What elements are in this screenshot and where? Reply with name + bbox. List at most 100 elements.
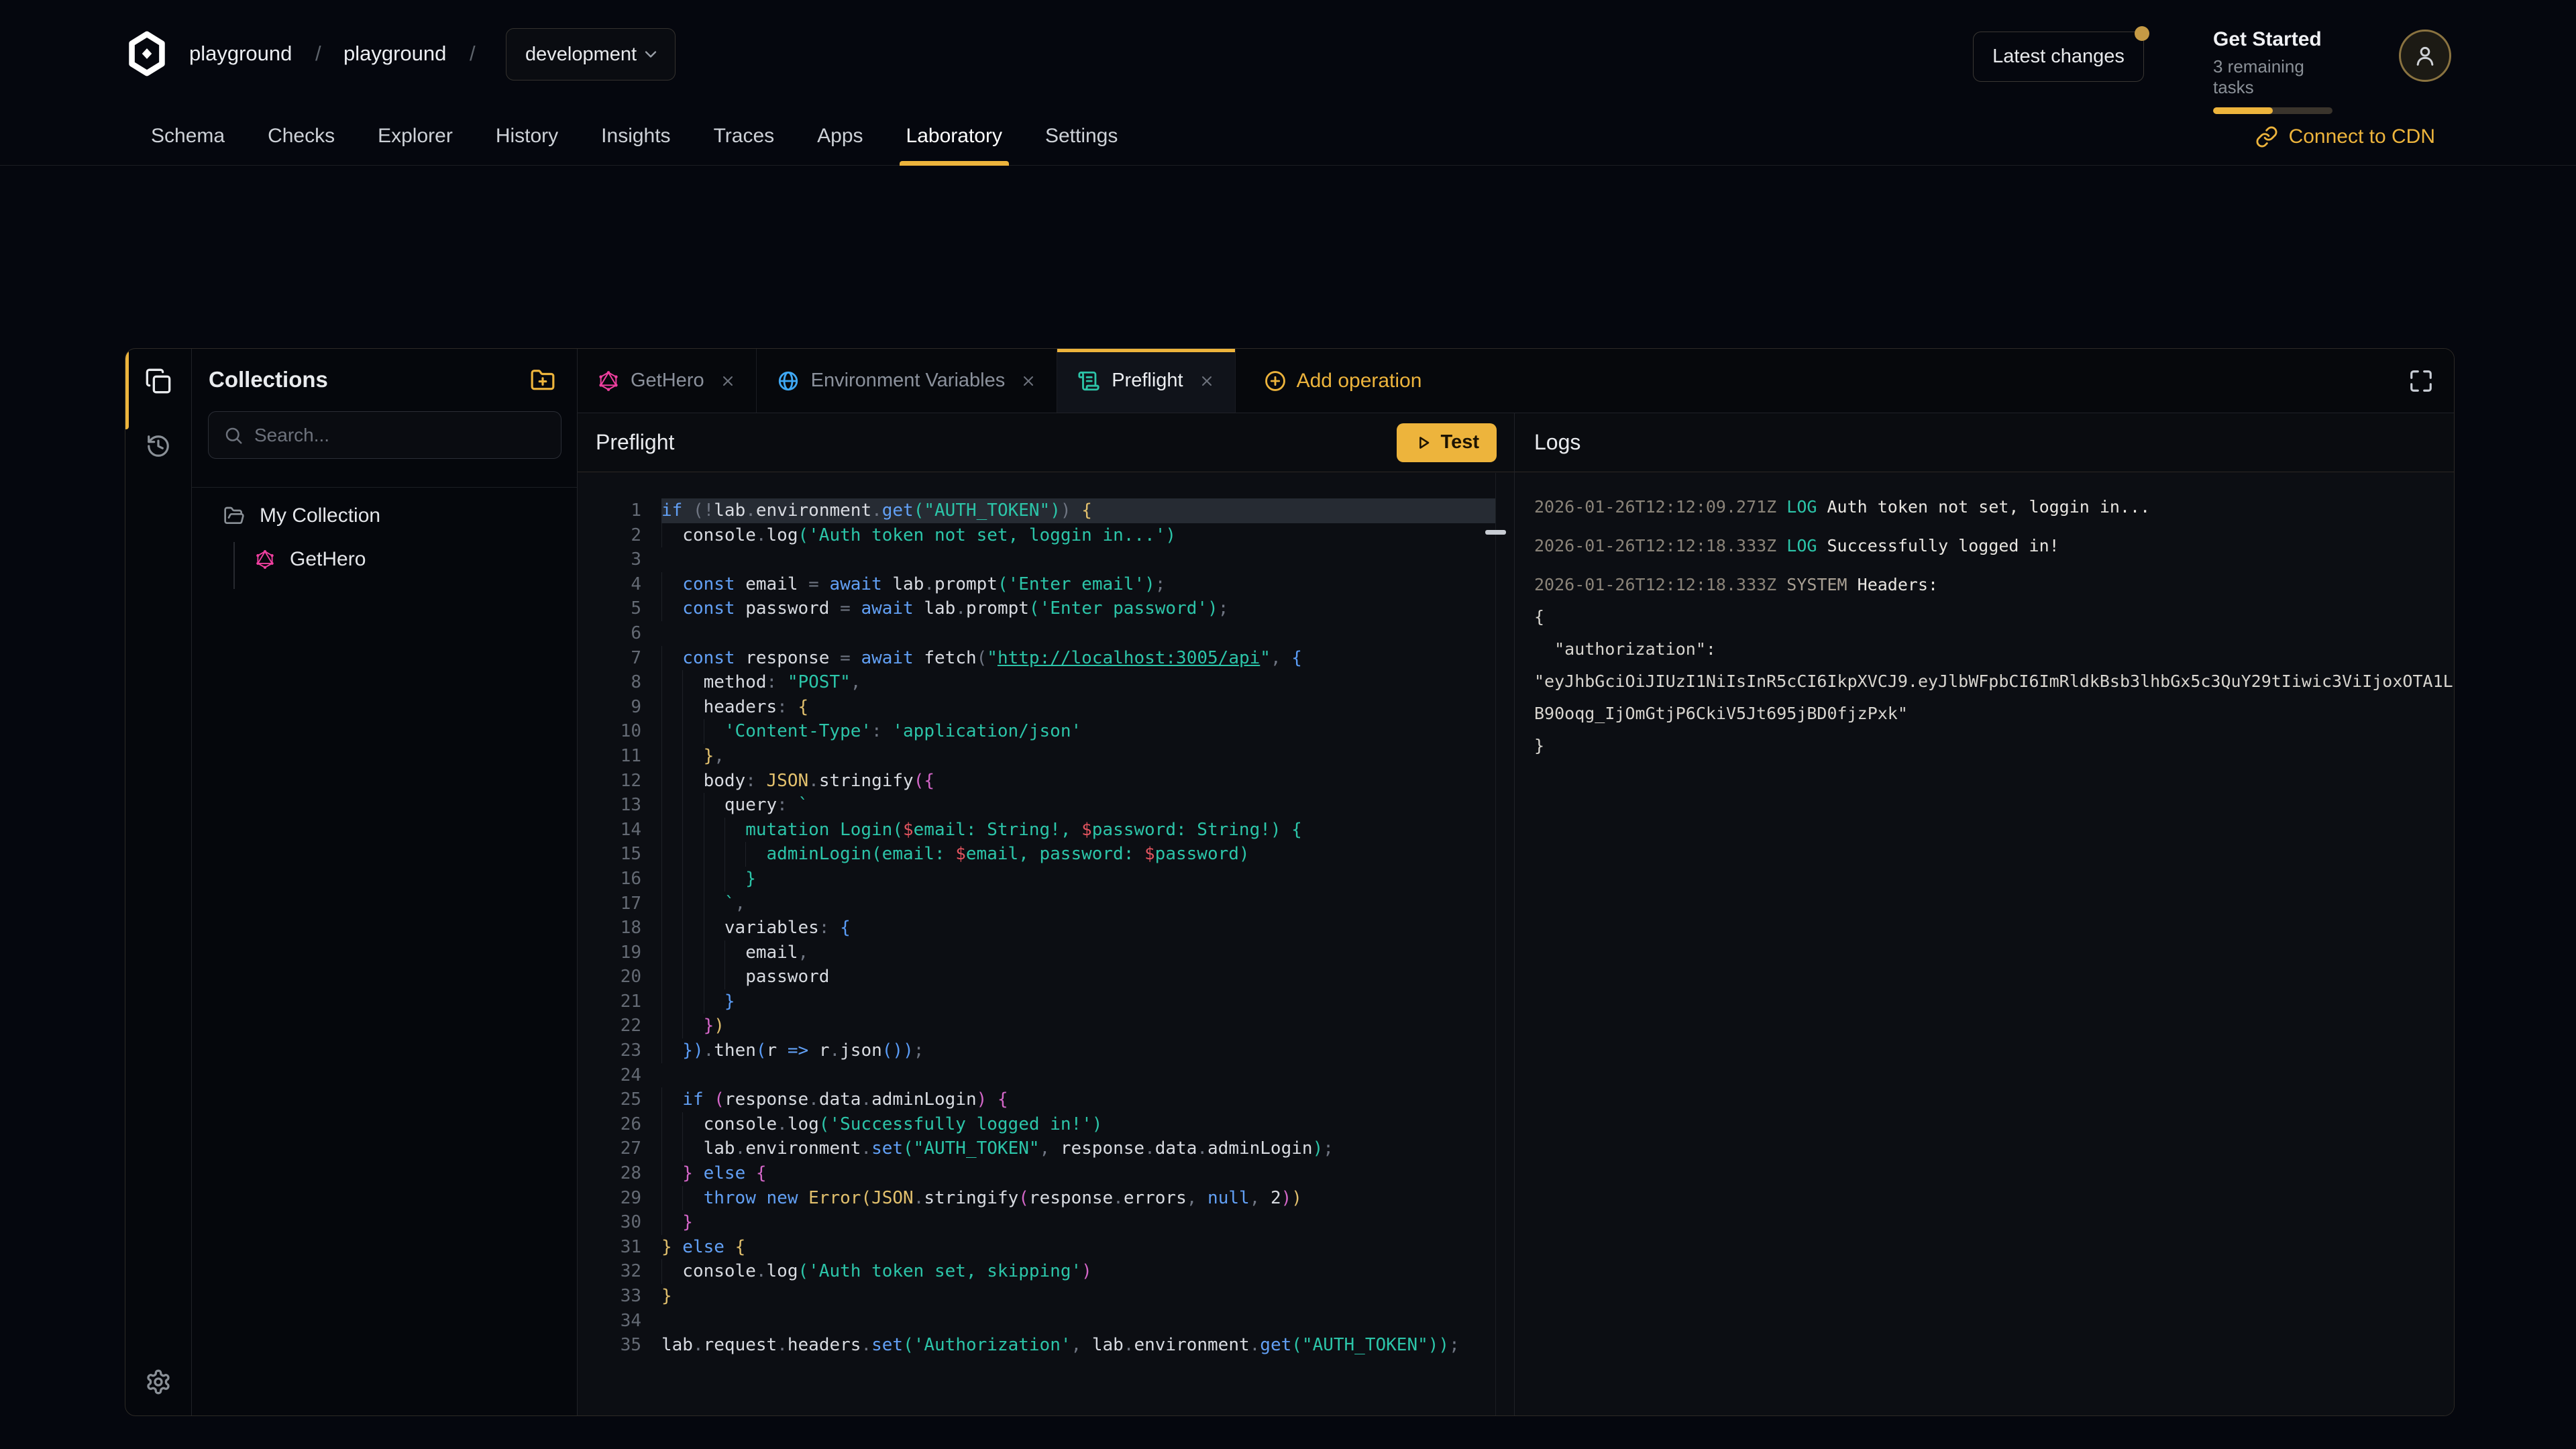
code-line[interactable]: 15adminLogin(email: $email, password: $p…: [578, 842, 1495, 867]
code-line[interactable]: 30}: [578, 1210, 1495, 1235]
collections-icon[interactable]: [145, 368, 172, 394]
folder-plus-icon[interactable]: [530, 368, 555, 393]
nav-item-traces[interactable]: Traces: [714, 107, 775, 166]
code-line[interactable]: 32console.log('Auth token set, skipping'…: [578, 1259, 1495, 1284]
log-entry: 2026-01-26T12:12:18.333Z LOG Successfull…: [1534, 530, 2454, 562]
code-line[interactable]: 13query: `: [578, 793, 1495, 818]
line-number: 3: [578, 547, 661, 572]
line-content: password: [661, 965, 1495, 989]
code-line[interactable]: 34: [578, 1309, 1495, 1334]
folder-open-icon: [223, 505, 245, 527]
nav-item-history[interactable]: History: [496, 107, 558, 166]
close-icon[interactable]: [720, 373, 736, 389]
fullscreen-button[interactable]: [2408, 349, 2454, 413]
test-button[interactable]: Test: [1397, 423, 1497, 462]
tab-preflight[interactable]: Preflight: [1057, 349, 1235, 413]
code-editor[interactable]: 1if (!lab.environment.get("AUTH_TOKEN"))…: [578, 472, 1495, 1415]
code-line[interactable]: 24: [578, 1063, 1495, 1088]
code-line[interactable]: 29throw new Error(JSON.stringify(respons…: [578, 1186, 1495, 1211]
nav-item-settings[interactable]: Settings: [1045, 107, 1118, 166]
code-line[interactable]: 6: [578, 621, 1495, 646]
tab-environment-variables[interactable]: Environment Variables: [757, 349, 1058, 413]
code-line[interactable]: 16}: [578, 867, 1495, 892]
collapse-handle[interactable]: [1485, 530, 1506, 535]
sidebar-divider: [192, 487, 577, 488]
code-line[interactable]: 18variables: {: [578, 916, 1495, 941]
hive-logo-icon[interactable]: [125, 30, 169, 78]
gear-icon[interactable]: [145, 1368, 172, 1395]
code-line[interactable]: 11},: [578, 744, 1495, 769]
line-number: 34: [578, 1309, 661, 1334]
close-icon[interactable]: [1199, 373, 1215, 389]
code-line[interactable]: 12body: JSON.stringify({: [578, 769, 1495, 794]
operation-label: GetHero: [290, 548, 366, 571]
code-line[interactable]: 23}).then(r => r.json());: [578, 1038, 1495, 1063]
line-number: 30: [578, 1210, 661, 1235]
line-number: 4: [578, 572, 661, 597]
close-icon[interactable]: [1020, 373, 1036, 389]
code-line[interactable]: 17`,: [578, 892, 1495, 916]
nav-item-explorer[interactable]: Explorer: [378, 107, 453, 166]
user-icon: [2412, 42, 2438, 69]
log-entries[interactable]: 2026-01-26T12:12:09.271Z LOG Auth token …: [1515, 472, 2454, 1415]
collections-title: Collections: [209, 367, 328, 392]
line-number: 9: [578, 695, 661, 720]
line-number: 6: [578, 621, 661, 646]
line-content: headers: {: [661, 695, 1495, 720]
nav-item-laboratory[interactable]: Laboratory: [906, 107, 1002, 166]
nav-item-apps[interactable]: Apps: [817, 107, 863, 166]
environment-selector[interactable]: development: [506, 28, 676, 80]
code-line[interactable]: 28} else {: [578, 1161, 1495, 1186]
collection-folder-item[interactable]: My Collection: [223, 504, 380, 527]
code-line[interactable]: 10'Content-Type': 'application/json': [578, 719, 1495, 744]
code-line[interactable]: 3: [578, 547, 1495, 572]
code-line[interactable]: 9headers: {: [578, 695, 1495, 720]
collection-label: My Collection: [260, 504, 380, 527]
operation-item-gethero[interactable]: GetHero: [255, 548, 366, 571]
code-line[interactable]: 2console.log('Auth token not set, loggin…: [578, 523, 1495, 548]
user-avatar[interactable]: [2399, 30, 2451, 82]
line-content: 'Content-Type': 'application/json': [661, 719, 1495, 744]
code-line[interactable]: 8method: "POST",: [578, 670, 1495, 695]
line-content: if (!lab.environment.get("AUTH_TOKEN")) …: [661, 498, 1495, 523]
line-content: lab.environment.set("AUTH_TOKEN", respon…: [661, 1136, 1495, 1161]
search-box[interactable]: [208, 411, 561, 459]
nav-item-checks[interactable]: Checks: [268, 107, 335, 166]
line-number: 24: [578, 1063, 661, 1088]
add-operation-button[interactable]: Add operation: [1236, 349, 1450, 413]
line-content: } else {: [661, 1161, 1495, 1186]
get-started-widget[interactable]: Get Started 3 remaining tasks: [2213, 28, 2332, 114]
line-content: const password = await lab.prompt('Enter…: [661, 596, 1495, 621]
connect-to-cdn-link[interactable]: Connect to CDN: [2255, 107, 2435, 166]
environment-selector-value: development: [525, 44, 637, 66]
code-line[interactable]: 35lab.request.headers.set('Authorization…: [578, 1333, 1495, 1358]
code-line[interactable]: 1if (!lab.environment.get("AUTH_TOKEN"))…: [578, 498, 1495, 523]
breadcrumb-org[interactable]: playground: [189, 0, 292, 107]
line-number: 18: [578, 916, 661, 941]
nav-item-schema[interactable]: Schema: [151, 107, 225, 166]
search-input[interactable]: [254, 425, 546, 446]
nav-item-insights[interactable]: Insights: [601, 107, 670, 166]
tab-label: GetHero: [631, 370, 704, 392]
code-line[interactable]: 14mutation Login($email: String!, $passw…: [578, 818, 1495, 843]
code-line[interactable]: 4const email = await lab.prompt('Enter e…: [578, 572, 1495, 597]
tab-gethero[interactable]: GetHero: [578, 349, 757, 413]
code-line[interactable]: 26console.log('Successfully logged in!'): [578, 1112, 1495, 1137]
code-line[interactable]: 33}: [578, 1284, 1495, 1309]
code-line[interactable]: 21}: [578, 989, 1495, 1014]
line-content: mutation Login($email: String!, $passwor…: [661, 818, 1495, 843]
editor-tabbar: GetHero Environment VariablesPreflight Ad…: [578, 349, 2454, 413]
code-line[interactable]: 25if (response.data.adminLogin) {: [578, 1087, 1495, 1112]
line-content: console.log('Auth token not set, loggin …: [661, 523, 1495, 548]
code-line[interactable]: 19email,: [578, 941, 1495, 965]
tree-indent-guide: [233, 542, 235, 589]
history-icon[interactable]: [146, 433, 171, 459]
code-line[interactable]: 7const response = await fetch("http://lo…: [578, 646, 1495, 671]
code-line[interactable]: 27lab.environment.set("AUTH_TOKEN", resp…: [578, 1136, 1495, 1161]
breadcrumb-project[interactable]: playground: [343, 0, 446, 107]
code-line[interactable]: 5const password = await lab.prompt('Ente…: [578, 596, 1495, 621]
code-line[interactable]: 20password: [578, 965, 1495, 989]
latest-changes-button[interactable]: Latest changes: [1973, 32, 2144, 82]
code-line[interactable]: 22}): [578, 1014, 1495, 1038]
code-line[interactable]: 31} else {: [578, 1235, 1495, 1260]
